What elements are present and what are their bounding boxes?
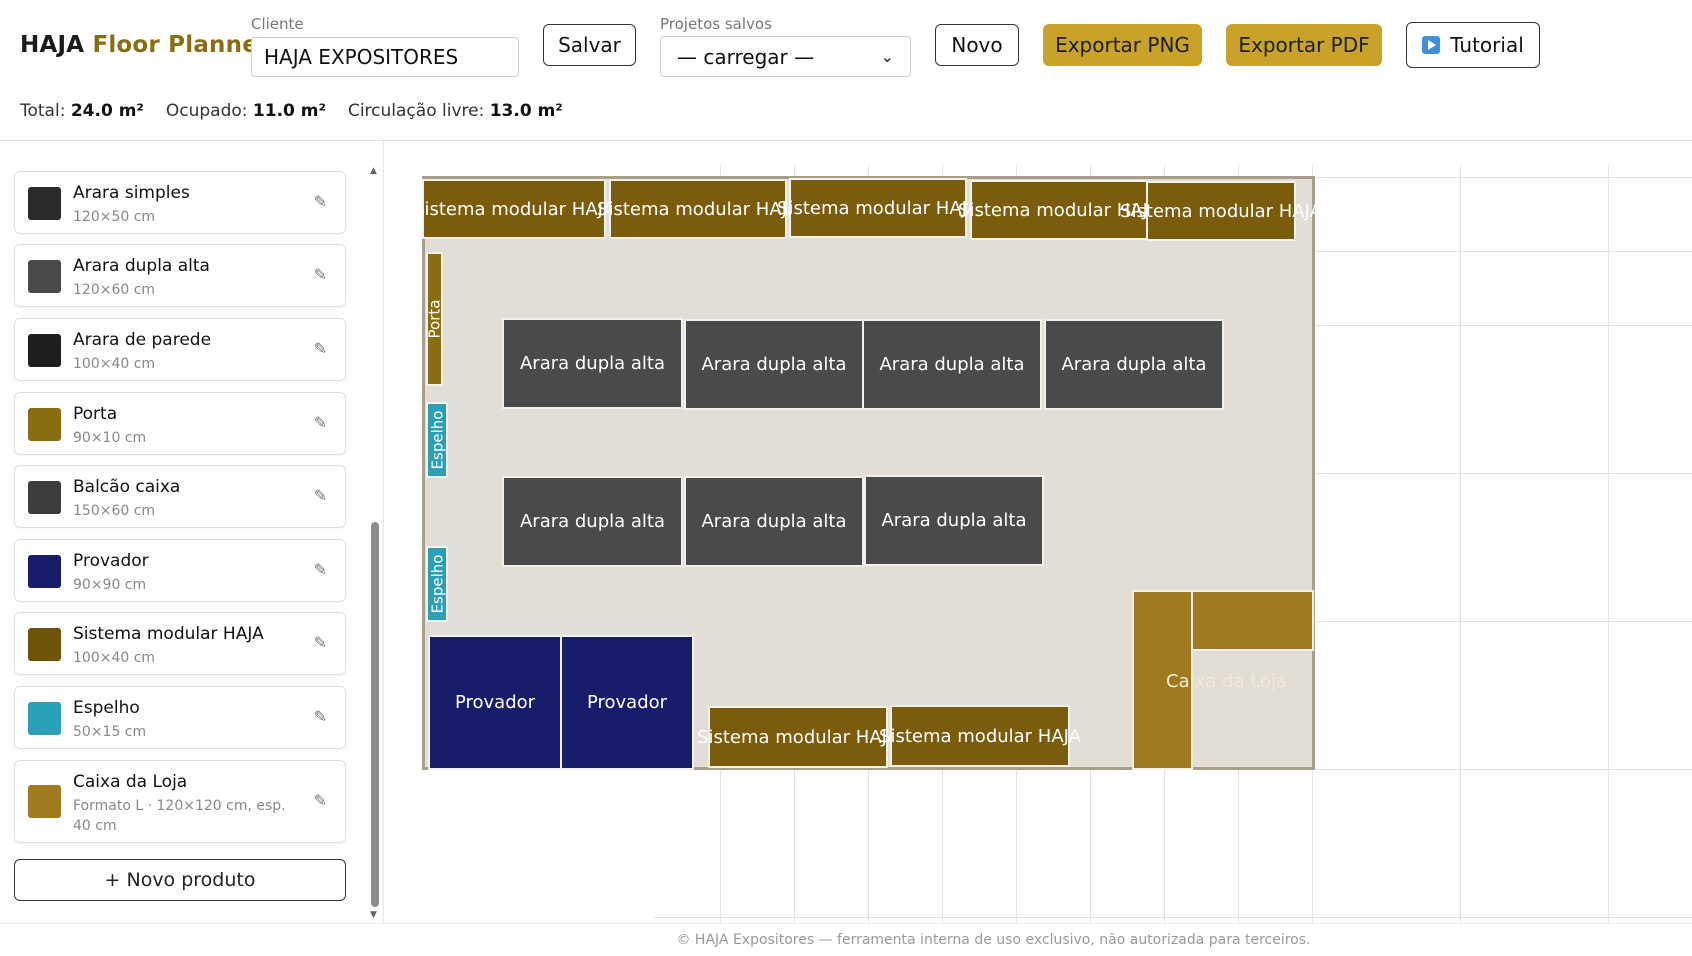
product-swatch xyxy=(28,702,61,735)
product-swatch xyxy=(28,555,61,588)
sidebar-scrollbar[interactable] xyxy=(371,522,379,907)
fitting-room-item[interactable]: Provador xyxy=(560,635,694,770)
product-name: Arara simples xyxy=(73,183,190,203)
projects-label: Projetos salvos xyxy=(660,15,772,33)
product-swatch xyxy=(28,408,61,441)
modular-system-item[interactable]: Sistema modular HAJA xyxy=(777,178,979,238)
product-swatch xyxy=(28,187,61,220)
product-swatch xyxy=(28,785,61,818)
chevron-down-icon: ⌄ xyxy=(880,47,894,66)
product-card[interactable]: Provador 90×90 cm ✎ xyxy=(14,539,346,602)
product-dims: 150×60 cm xyxy=(73,503,156,519)
product-swatch xyxy=(28,260,61,293)
projects-selected: — carregar — xyxy=(677,44,815,69)
projects-select[interactable]: — carregar — ⌄ xyxy=(660,36,911,77)
product-dims: 100×40 cm xyxy=(73,356,156,372)
footer-notice: © HAJA Expositores — ferramenta interna … xyxy=(0,923,1692,956)
product-name: Sistema modular HAJA xyxy=(73,624,264,644)
door-item[interactable]: Porta xyxy=(425,252,444,386)
product-card[interactable]: Porta 90×10 cm ✎ xyxy=(14,392,346,455)
tutorial-button[interactable]: Tutorial xyxy=(1406,22,1540,68)
area-stats: Total: 24.0 m² Ocupado: 11.0 m² Circulaç… xyxy=(20,101,563,121)
edit-pencil-icon[interactable]: ✎ xyxy=(314,486,327,505)
save-button[interactable]: Salvar xyxy=(543,24,636,66)
door-label: Porta xyxy=(425,299,444,339)
mirror-label: Espelho xyxy=(428,554,446,614)
play-icon xyxy=(1422,36,1441,54)
product-card[interactable]: Arara dupla alta 120×60 cm ✎ xyxy=(14,244,346,307)
scroll-down-icon[interactable]: ▼ xyxy=(370,910,377,920)
new-product-button[interactable]: + Novo produto xyxy=(14,859,346,901)
product-card[interactable]: Arara simples 120×50 cm ✎ xyxy=(14,171,346,234)
mirror-item[interactable]: Espelho xyxy=(426,402,448,478)
product-swatch xyxy=(28,628,61,661)
edit-pencil-icon[interactable]: ✎ xyxy=(314,560,327,579)
tutorial-label: Tutorial xyxy=(1450,33,1524,57)
modular-system-item[interactable]: Sistema modular HAJA xyxy=(597,179,799,239)
product-dims: 100×40 cm xyxy=(73,650,156,666)
stat-total: Total: 24.0 m² xyxy=(20,101,144,121)
export-png-button[interactable]: Exportar PNG xyxy=(1043,24,1202,66)
modular-system-item[interactable]: Sistema modular HAJA xyxy=(697,706,899,768)
product-name: Provador xyxy=(73,551,149,571)
mirror-item[interactable]: Espelho xyxy=(426,546,448,622)
client-label: Cliente xyxy=(251,15,304,33)
product-name: Espelho xyxy=(73,698,140,718)
stat-free: Circulação livre: 13.0 m² xyxy=(347,101,563,121)
rack-item[interactable]: Arara dupla alta xyxy=(502,318,683,409)
product-card[interactable]: Sistema modular HAJA 100×40 cm ✎ xyxy=(14,612,346,675)
edit-pencil-icon[interactable]: ✎ xyxy=(314,413,327,432)
product-swatch xyxy=(28,481,61,514)
product-name: Porta xyxy=(73,404,118,424)
stat-occupied: Ocupado: 11.0 m² xyxy=(165,101,326,121)
brand-part2: Floor Planner xyxy=(92,32,270,58)
rack-item[interactable]: Arara dupla alta xyxy=(684,476,864,567)
floor-canvas[interactable]: Sistema modular HAJA Sistema modular HAJ… xyxy=(384,141,1692,923)
fitting-room-item[interactable]: Provador xyxy=(428,635,562,770)
product-dims: 90×90 cm xyxy=(73,577,147,593)
edit-pencil-icon[interactable]: ✎ xyxy=(314,707,327,726)
product-dims: 90×10 cm xyxy=(73,430,147,446)
store-counter-label: Caixa da Loja xyxy=(1166,671,1287,692)
scroll-up-icon[interactable]: ▲ xyxy=(370,166,377,176)
product-card[interactable]: Arara de parede 100×40 cm ✎ xyxy=(14,318,346,381)
product-swatch xyxy=(28,334,61,367)
product-name: Arara dupla alta xyxy=(73,256,210,276)
product-name: Caixa da Loja xyxy=(73,772,188,792)
product-dims: Formato L · 120×120 cm, esp. 40 cm xyxy=(73,798,286,834)
product-card[interactable]: Caixa da Loja Formato L · 120×120 cm, es… xyxy=(14,760,346,843)
modular-system-item[interactable]: Sistema modular HAJA xyxy=(1120,181,1322,241)
product-card[interactable]: Espelho 50×15 cm ✎ xyxy=(14,686,346,749)
modular-system-item[interactable]: Sistema modular HAJA xyxy=(879,705,1081,767)
new-button[interactable]: Novo xyxy=(935,24,1019,66)
rack-item[interactable]: Arara dupla alta xyxy=(684,319,864,410)
product-card[interactable]: Balcão caixa 150×60 cm ✎ xyxy=(14,465,346,528)
rack-item[interactable]: Arara dupla alta xyxy=(1044,319,1224,410)
product-name: Balcão caixa xyxy=(73,477,181,497)
rack-item[interactable]: Arara dupla alta xyxy=(502,476,683,567)
edit-pencil-icon[interactable]: ✎ xyxy=(314,339,327,358)
edit-pencil-icon[interactable]: ✎ xyxy=(314,192,327,211)
product-dims: 120×60 cm xyxy=(73,282,156,298)
mirror-label: Espelho xyxy=(428,410,446,470)
client-input[interactable] xyxy=(251,37,519,77)
product-dims: 120×50 cm xyxy=(73,209,156,225)
edit-pencil-icon[interactable]: ✎ xyxy=(314,791,327,810)
edit-pencil-icon[interactable]: ✎ xyxy=(314,265,327,284)
header: HAJA Floor Planner Cliente Salvar Projet… xyxy=(0,0,1692,141)
product-dims: 50×15 cm xyxy=(73,724,147,740)
rack-item[interactable]: Arara dupla alta xyxy=(862,319,1042,410)
product-name: Arara de parede xyxy=(73,330,212,350)
rack-item[interactable]: Arara dupla alta xyxy=(864,475,1044,566)
modular-system-item[interactable]: Sistema modular HAJA xyxy=(413,179,615,239)
brand-part1: HAJA xyxy=(20,32,85,58)
app-logo: HAJA Floor Planner xyxy=(20,32,270,58)
export-pdf-button[interactable]: Exportar PDF xyxy=(1226,24,1382,66)
edit-pencil-icon[interactable]: ✎ xyxy=(314,633,327,652)
